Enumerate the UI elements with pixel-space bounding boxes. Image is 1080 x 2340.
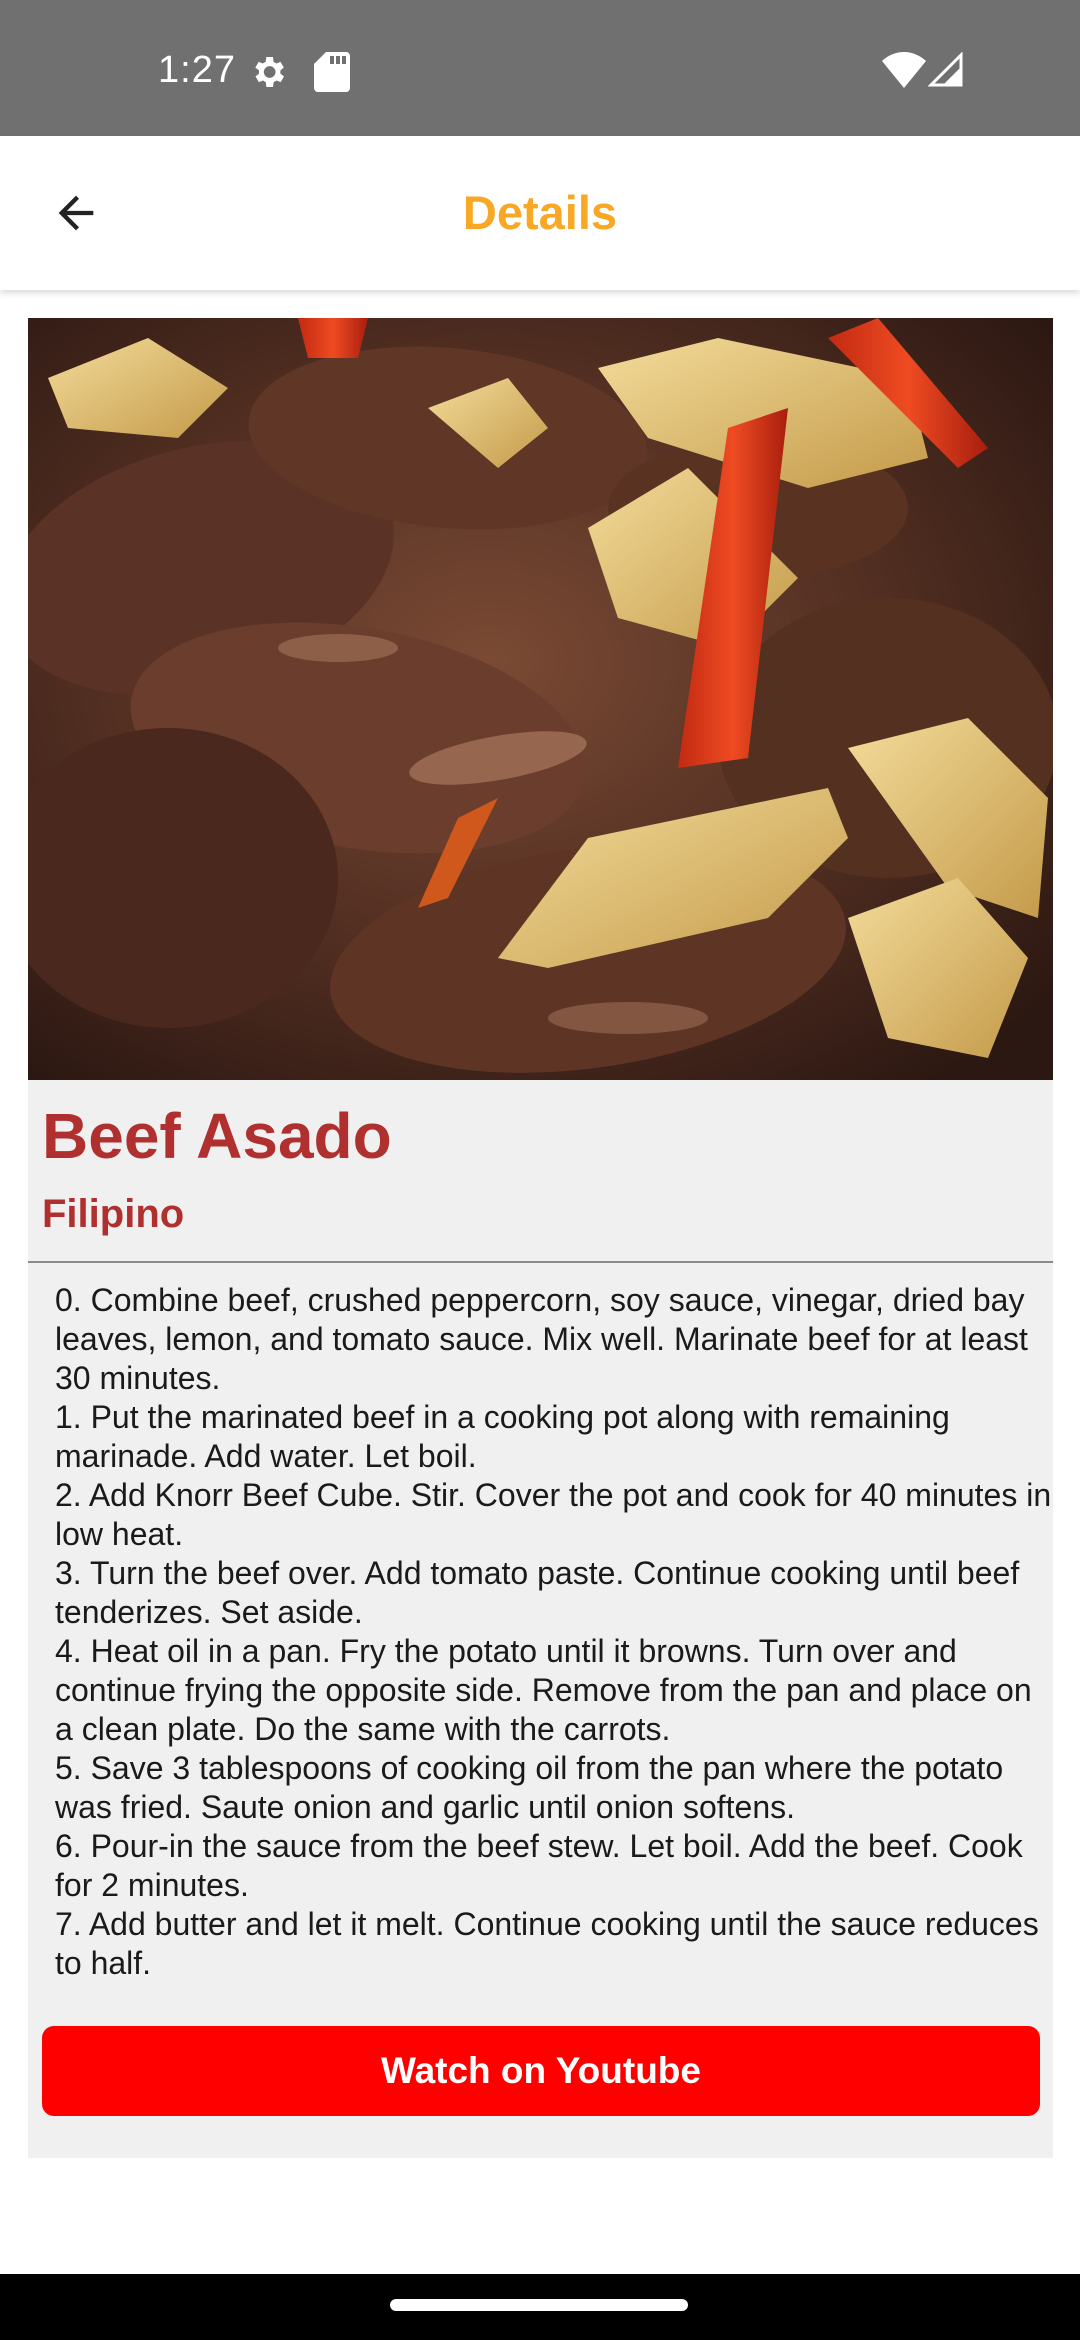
instruction-step: 6. Pour-in the sauce from the beef stew.…: [55, 1828, 1023, 1903]
app-bar: Details: [0, 136, 1080, 290]
details-content[interactable]: Beef Asado Filipino 0. Combine beef, cru…: [0, 290, 1080, 2274]
status-bar: 1:27: [0, 0, 1080, 136]
gear-icon: [255, 57, 284, 87]
meal-card: Beef Asado Filipino 0. Combine beef, cru…: [28, 318, 1053, 2158]
instruction-step: 5. Save 3 tablespoons of cooking oil fro…: [55, 1750, 1004, 1825]
meal-name: Beef Asado: [42, 1100, 392, 1172]
page-title: Details: [462, 186, 618, 239]
back-button[interactable]: [36, 173, 116, 253]
instruction-step: 7. Add butter and let it melt. Continue …: [55, 1906, 1039, 1981]
instruction-step: 3. Turn the beef over. Add tomato paste.…: [55, 1555, 1020, 1630]
watch-on-youtube-button[interactable]: Watch on Youtube: [42, 2026, 1040, 2116]
instructions-list: 0. Combine beef, crushed peppercorn, soy…: [55, 1281, 1055, 1983]
instruction-step: 4. Heat oil in a pan. Fry the potato unt…: [55, 1633, 1032, 1747]
instruction-step: 1. Put the marinated beef in a cooking p…: [55, 1399, 950, 1474]
wifi-icon: [882, 52, 926, 88]
sd-card-icon: [314, 52, 350, 92]
arrow-left-icon: [58, 195, 94, 231]
meal-area: Filipino: [42, 1192, 185, 1236]
instruction-step: 0. Combine beef, crushed peppercorn, soy…: [55, 1282, 1028, 1396]
instruction-step: 2. Add Knorr Beef Cube. Stir. Cover the …: [55, 1477, 1052, 1552]
divider: [28, 1261, 1053, 1263]
cellular-signal-icon: [928, 52, 963, 87]
status-time: 1:27: [158, 49, 236, 91]
meal-photo: [28, 318, 1053, 1080]
meal-photo-image: [28, 318, 1053, 1080]
home-gesture-handle[interactable]: [390, 2299, 688, 2311]
